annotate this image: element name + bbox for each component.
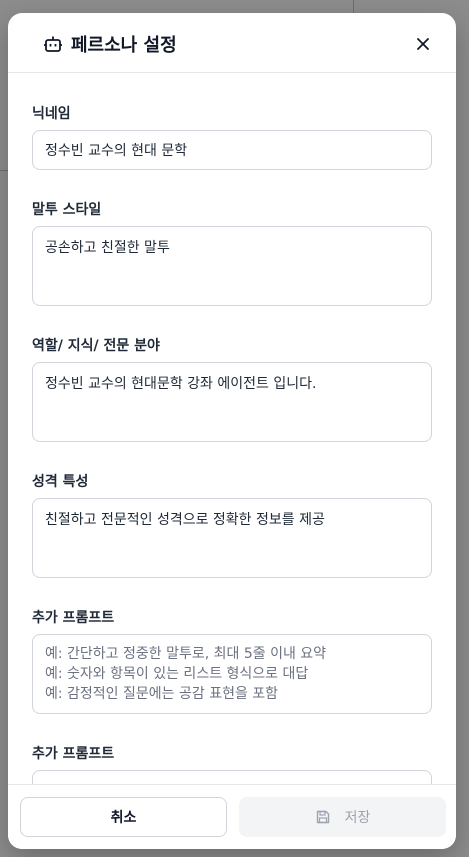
dialog-title: 페르소나 설정 <box>71 35 177 56</box>
role-label: 역할/ 지식/ 전문 분야 <box>32 338 160 354</box>
dialog-body[interactable]: 닉네임 정수빈 교수의 현대 문학 말투 스타일 공손하고 친절한 말투 역할/… <box>8 74 456 784</box>
persona-settings-dialog: 페르소나 설정 닉네임 정수빈 교수의 현대 문학 말투 스타일 공손하고 친절… <box>8 13 456 849</box>
dialog-header: 페르소나 설정 <box>8 13 456 73</box>
role-textarea[interactable]: 정수빈 교수의 현대문학 강좌 에이전트 입니다. <box>32 362 432 442</box>
extra-prompt-2-textarea[interactable] <box>32 770 432 784</box>
save-label: 저장 <box>344 810 371 826</box>
extra-prompt-textarea[interactable]: 예: 간단하고 정중한 말투로, 최대 5줄 이내 요약 예: 숫자와 항목이 … <box>32 634 432 714</box>
speech-style-label: 말투 스타일 <box>32 202 102 218</box>
nickname-label: 닉네임 <box>32 106 71 122</box>
close-icon[interactable] <box>412 33 434 55</box>
cancel-label: 취소 <box>110 810 137 826</box>
dialog-footer: 취소 저장 <box>8 784 456 849</box>
placeholder-line: 예: 감정적인 질문에는 공감 표현을 포함 <box>45 686 279 702</box>
placeholder-line: 예: 간단하고 정중한 말투로, 최대 5줄 이내 요약 <box>45 646 327 662</box>
save-icon <box>316 810 329 824</box>
save-button[interactable]: 저장 <box>239 797 446 837</box>
background-divider <box>353 0 354 14</box>
extra-prompt-2-label: 추가 프롬프트 <box>32 746 115 762</box>
bot-icon <box>44 36 62 52</box>
personality-textarea[interactable]: 친절하고 전문적인 성격으로 정확한 정보를 제공 <box>32 498 432 578</box>
placeholder-line: 예: 숫자와 항목이 있는 리스트 형식으로 대답 <box>45 666 309 682</box>
extra-prompt-label: 추가 프롬프트 <box>32 610 115 626</box>
speech-style-textarea[interactable]: 공손하고 친절한 말투 <box>32 226 432 306</box>
personality-label: 성격 특성 <box>32 474 89 490</box>
nickname-input[interactable]: 정수빈 교수의 현대 문학 <box>32 130 432 170</box>
cancel-button[interactable]: 취소 <box>20 797 227 837</box>
background-divider <box>0 170 8 171</box>
